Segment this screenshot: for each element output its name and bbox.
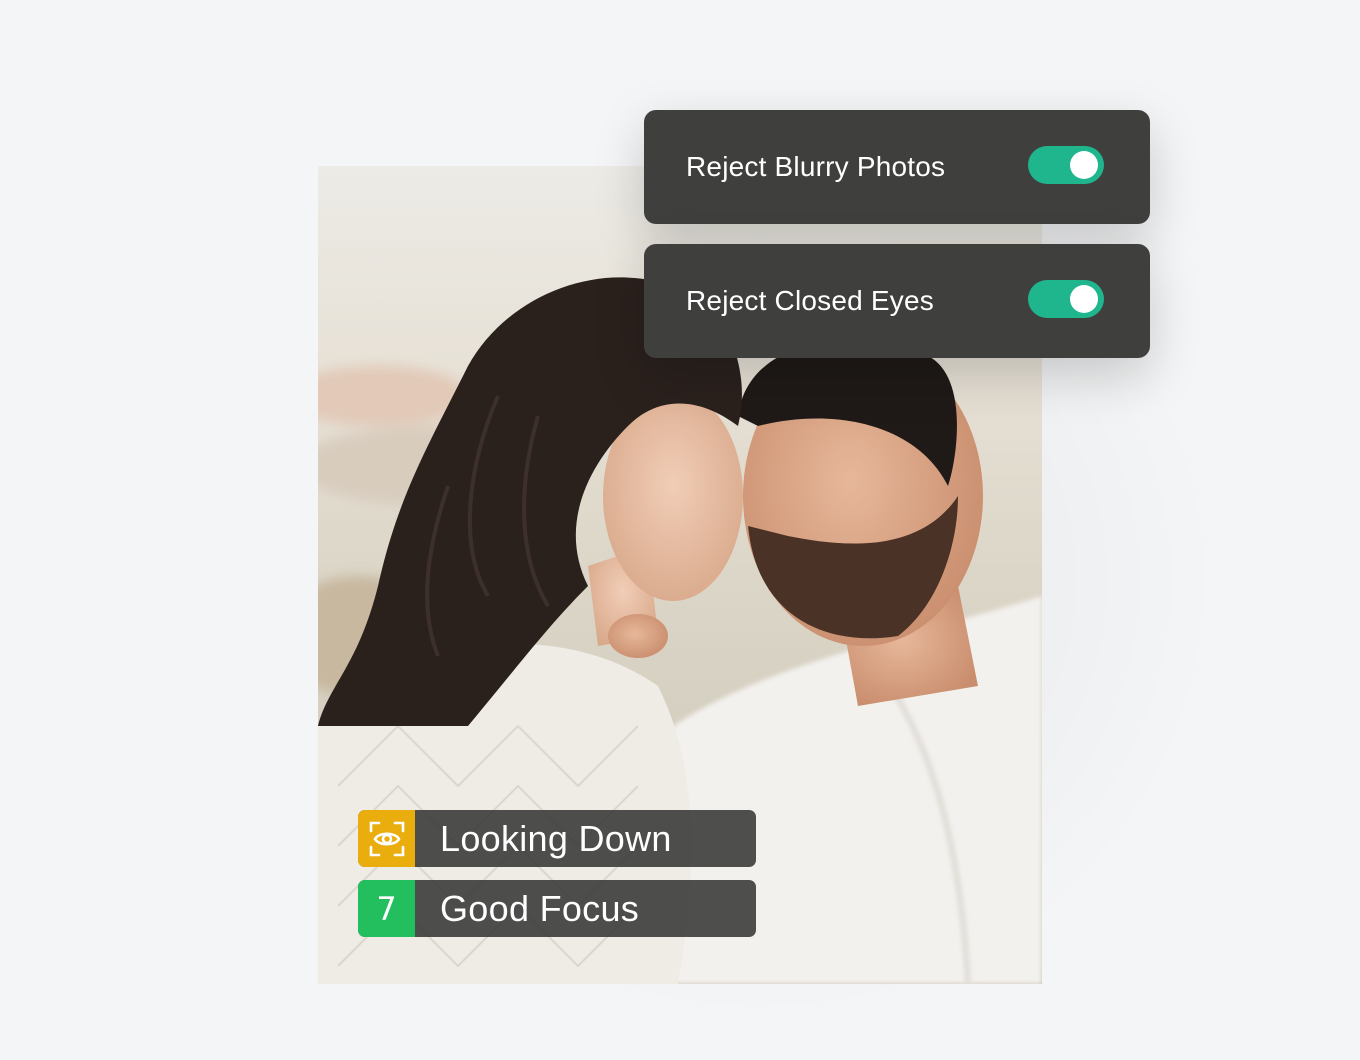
setting-card-blurry: Reject Blurry Photos — [644, 110, 1150, 224]
tag-badge — [358, 810, 415, 867]
setting-label: Reject Blurry Photos — [686, 151, 946, 182]
reject-closed-eyes-toggle[interactable] — [1028, 280, 1104, 318]
tag-good-focus: 7 Good Focus — [358, 880, 756, 937]
toggle-knob — [1070, 151, 1098, 179]
reject-blurry-toggle[interactable] — [1028, 146, 1104, 184]
focus-score: 7 — [376, 889, 397, 928]
eye-scan-icon — [369, 821, 404, 856]
setting-card-closed-eyes: Reject Closed Eyes — [644, 244, 1150, 358]
toggle-knob — [1070, 285, 1098, 313]
tag-label: Looking Down — [440, 818, 672, 859]
focus-score-badge: 7 — [358, 880, 415, 937]
tag-label: Good Focus — [440, 888, 640, 929]
setting-label: Reject Closed Eyes — [686, 285, 934, 316]
tag-looking-down: Looking Down — [358, 810, 756, 867]
